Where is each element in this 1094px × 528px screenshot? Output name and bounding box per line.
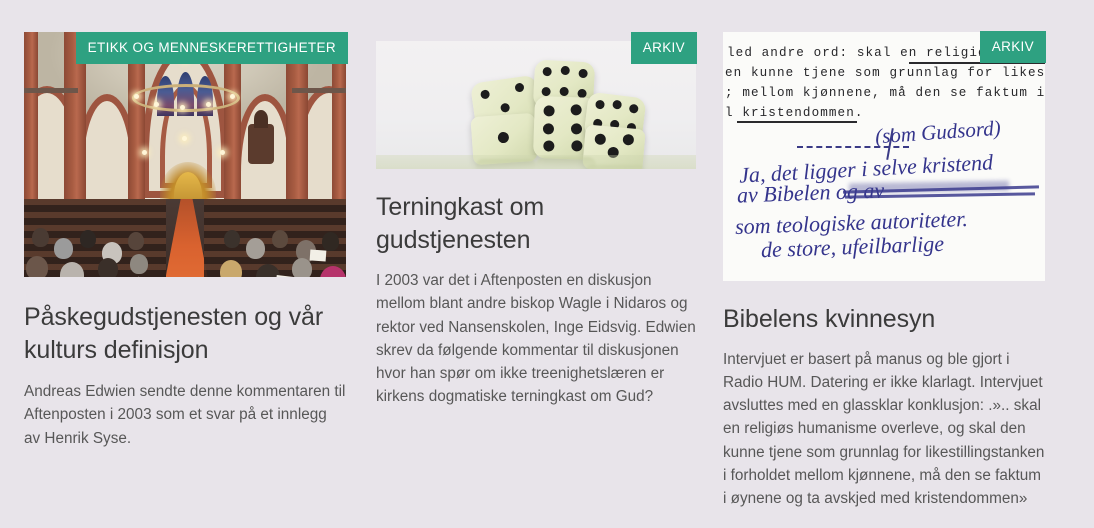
manuscript-handwriting: (som Gudsord) xyxy=(874,115,1002,149)
card-image-handwritten-manuscript-photo[interactable]: led andre ord: skal en religiøs hum en k… xyxy=(723,32,1045,281)
card-image-church-interior-photo[interactable] xyxy=(24,32,346,277)
card-title[interactable]: Påskegudstjenesten og vår kulturs defini… xyxy=(24,301,346,366)
manuscript-typed-line: ; mellom kjønnene, må den se faktum i øy xyxy=(725,86,1045,100)
article-card[interactable]: led andre ord: skal en religiøs hum en k… xyxy=(723,31,1046,510)
card-thumbnail-wrap: ETIKK OG MENNESKERETTIGHETER xyxy=(24,32,348,277)
article-card[interactable]: ARKIV Terningkast om gudstjenesten I 200… xyxy=(376,32,697,409)
manuscript-handwriting: de store, ufeilbarlige xyxy=(760,230,945,263)
card-thumbnail-wrap: led andre ord: skal en religiøs hum en k… xyxy=(723,31,1046,281)
card-thumbnail-wrap: ARKIV xyxy=(376,32,697,169)
church-interior-illustration xyxy=(24,32,346,277)
article-card-grid: ETIKK OG MENNESKERETTIGHETER Påskegudstj… xyxy=(0,0,1094,528)
article-card[interactable]: ETIKK OG MENNESKERETTIGHETER Påskegudstj… xyxy=(24,32,348,450)
card-title[interactable]: Terningkast om gudstjenesten xyxy=(376,191,696,256)
manuscript-typed-line: l kristendommen. xyxy=(725,106,864,120)
card-category-badge[interactable]: ARKIV xyxy=(630,32,697,64)
card-excerpt: I 2003 var det i Aftenposten en diskusjo… xyxy=(376,272,696,406)
card-category-badge[interactable]: ETIKK OG MENNESKERETTIGHETER xyxy=(75,32,348,64)
manuscript-typed-line: en kunne tjene som grunnlag for likestil xyxy=(725,66,1045,80)
manuscript-illustration: led andre ord: skal en religiøs hum en k… xyxy=(723,32,1045,281)
card-excerpt: Intervjuet er basert på manus og ble gjo… xyxy=(723,350,1045,508)
card-category-badge[interactable]: ARKIV xyxy=(979,31,1046,63)
card-title[interactable]: Bibelens kvinnesyn xyxy=(723,303,1045,336)
card-excerpt: Andreas Edwien sendte denne kommentaren … xyxy=(24,383,346,447)
